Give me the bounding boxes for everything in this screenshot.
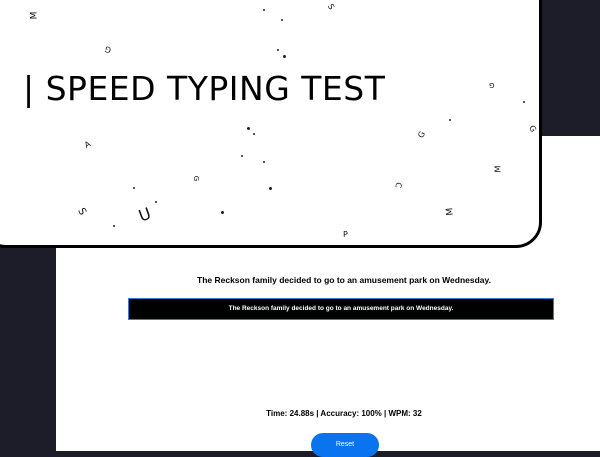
scatter-dot: [269, 187, 272, 190]
results-stats: Time: 24.88s | Accuracy: 100% | WPM: 32: [266, 409, 422, 418]
scatter-letter: S: [75, 206, 88, 218]
scatter-dot: [281, 19, 283, 21]
scatter-letter: C: [393, 181, 404, 189]
scatter-letter: G: [103, 44, 113, 55]
scatter-letter: M: [493, 165, 503, 173]
reset-button[interactable]: Reset: [311, 433, 379, 457]
scatter-dot: [133, 187, 135, 189]
scatter-dot: [449, 119, 451, 121]
scatter-letter: P: [343, 230, 348, 239]
scatter-dot: [263, 161, 265, 163]
scatter-letter: M: [29, 11, 40, 20]
scatter-letter: G: [416, 129, 428, 140]
scatter-dot: [241, 155, 243, 157]
page-title: | SPEED TYPING TEST: [23, 69, 386, 108]
scatter-dot: [263, 9, 265, 11]
scatter-letter: G: [489, 81, 495, 89]
scatter-dot: [283, 55, 286, 58]
target-sentence: The Reckson family decided to go to an a…: [197, 275, 491, 285]
scatter-dot: [523, 101, 525, 103]
scatter-dot: [155, 201, 157, 203]
typing-input[interactable]: The Reckson family decided to go to an a…: [128, 298, 554, 320]
scatter-letter: G: [192, 175, 201, 182]
scatter-letter: S: [325, 2, 337, 12]
scatter-letter: U: [135, 203, 154, 226]
scatter-letter: G: [527, 123, 538, 134]
scatter-dot: [253, 133, 255, 135]
scatter-dot: [247, 127, 250, 130]
scatter-dot: [277, 49, 279, 51]
background-corner: [536, 0, 600, 136]
scatter-dot: [113, 225, 115, 227]
scatter-letter: A: [82, 139, 93, 150]
scatter-dot: [221, 211, 224, 214]
hero-banner: M G S A G G G C M M S U P G | SPEED TYPI…: [0, 0, 542, 248]
scatter-letter: M: [445, 207, 456, 216]
